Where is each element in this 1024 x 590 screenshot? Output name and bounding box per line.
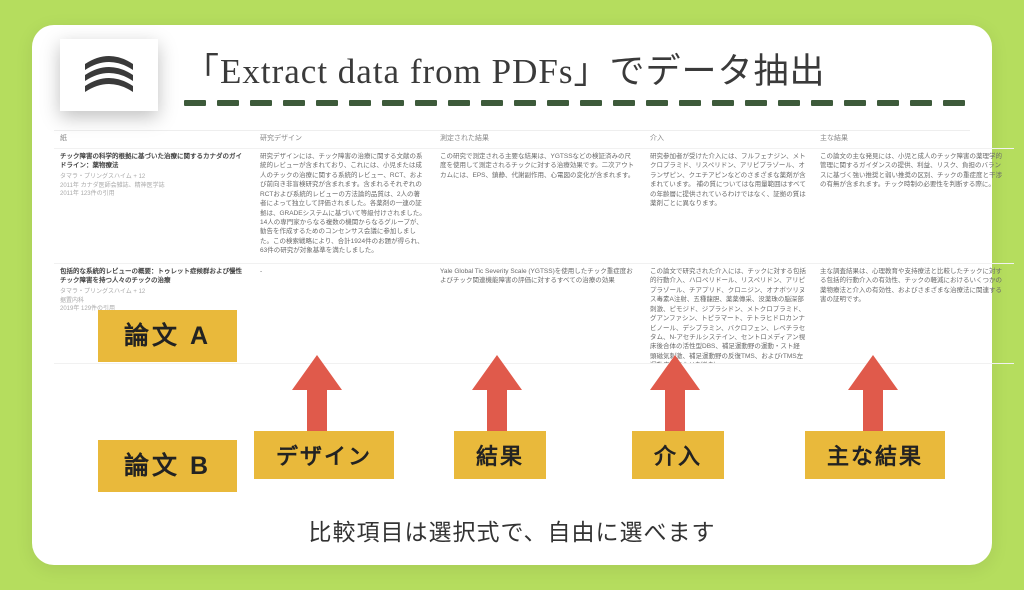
paper-b-author: タマラ・プリングスハイム + 12 — [60, 288, 246, 297]
arrow-result — [472, 355, 522, 443]
arrow-intervention — [650, 355, 700, 443]
col-header-design: 研究デザイン — [254, 131, 434, 149]
paper-a-title: チック障害の科学的根拠に基づいた治療に関するカナダのガイドライン：薬物療法 — [60, 152, 246, 171]
paper-b-sub: 据置内科 — [60, 297, 246, 306]
app-logo — [60, 39, 158, 111]
caption-text: 比較項目は選択式で、自由に選べます — [308, 513, 715, 547]
page-title: 「Extract data from PDFs」でデータ抽出 — [184, 43, 970, 94]
table-row-a-measures: この研究で測定される主要な結果は、YGTSSなどの検証済みの尺度を使用して測定さ… — [434, 149, 644, 264]
paper-a-sub: 2011年 カナダ医師会雑誌、精神医学誌 — [60, 182, 246, 191]
title-wrap: 「Extract data from PDFs」でデータ抽出 — [184, 43, 970, 94]
paper-a-meta: 2011年 123件の引用 — [60, 190, 246, 199]
table-row-a-paper: チック障害の科学的根拠に基づいた治療に関するカナダのガイドライン：薬物療法 タマ… — [54, 149, 254, 264]
table-row-b-measures: Yale Global Tic Severity Scale (YGTSS)を使… — [434, 264, 644, 364]
badge-paper-a: 論文 A — [98, 310, 237, 362]
table-row-a-main: この論文の主な発見には、小児と成人のチック障害の薬理学的管理に関するガイダンスの… — [814, 149, 1014, 264]
chip-intervention: 介入 — [632, 431, 724, 479]
title-underline — [184, 100, 970, 106]
table-row-b-main: 主な調査結果は、心理教育や支持療法と比較したチックに対する包括的行動介入の有効性… — [814, 264, 1014, 364]
col-header-intervention: 介入 — [644, 131, 814, 149]
badge-paper-b: 論文 B — [98, 440, 237, 492]
chip-result: 結果 — [454, 431, 546, 479]
table-row-a-design: 研究デザインには、チック障害の治療に関する文献の系統的レビューが含まれており、こ… — [254, 149, 434, 264]
arrow-main — [848, 355, 898, 443]
chip-main: 主な結果 — [805, 431, 945, 479]
main-card: 「Extract data from PDFs」でデータ抽出 紙 研究デザイン … — [32, 25, 992, 565]
arrow-design — [292, 355, 342, 443]
col-header-paper: 紙 — [54, 131, 254, 149]
table-row-a-intervention: 研究参加者が受けた介入には、フルフェナジン、メトクロプラミド、リスペリドン、アリ… — [644, 149, 814, 264]
table-row-b-intervention: この論文で研究された介入には、チックに対する包括的行動介入、ハロペリドール、リス… — [644, 264, 814, 364]
col-header-measures: 測定された結果 — [434, 131, 644, 149]
book-stack-icon — [77, 50, 141, 100]
chip-design: デザイン — [254, 431, 394, 479]
data-table-area: 紙 研究デザイン 測定された結果 介入 主な結果 チック障害の科学的根拠に基づい… — [54, 130, 970, 380]
col-header-main: 主な結果 — [814, 131, 1014, 149]
paper-b-title: 包括的な系統的レビューの概要：トゥレット症候群および慢性チック障害を持つ人々のチ… — [60, 267, 246, 286]
table-row-b-design: - — [254, 264, 434, 364]
paper-a-author: タマラ・プリングスハイム + 12 — [60, 173, 246, 182]
